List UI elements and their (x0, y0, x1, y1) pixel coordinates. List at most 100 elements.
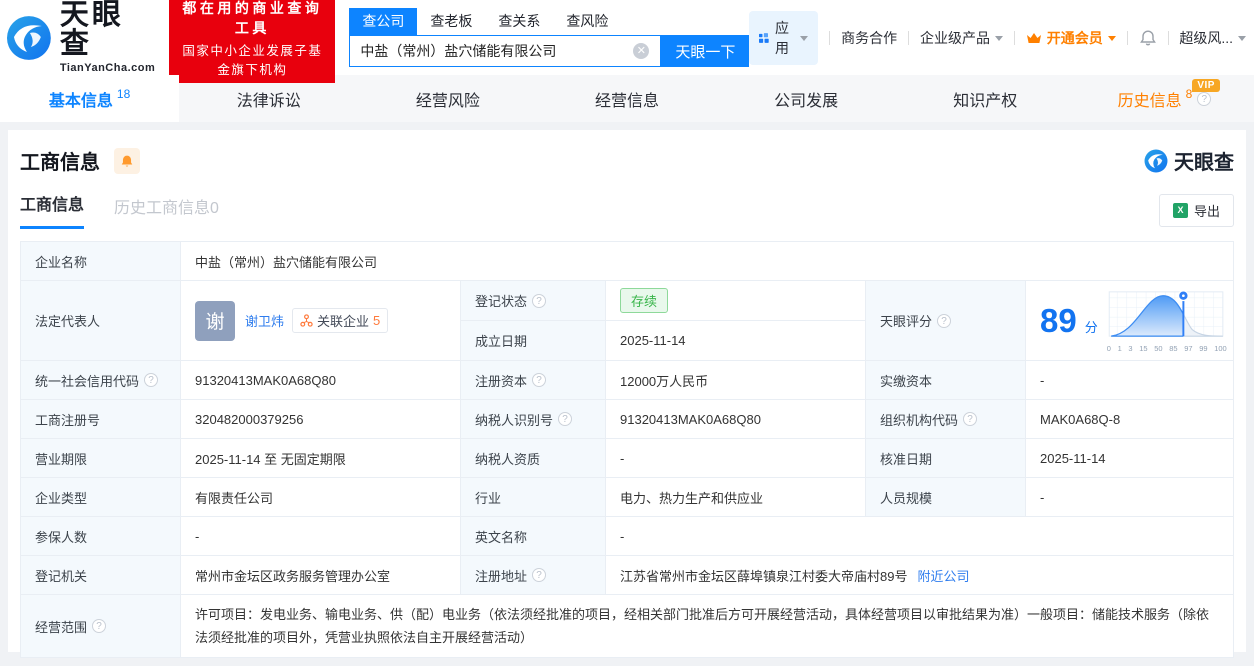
field-value-business-term: 2025-11-14 至 无固定期限 (181, 439, 461, 478)
bell-icon (1139, 30, 1156, 46)
divider (1126, 30, 1128, 45)
chevron-down-icon (800, 36, 809, 41)
brand-slogan: 都在用的商业查询工具 国家中小企业发展子基金旗下机构 (169, 0, 336, 83)
field-value-taxpayer-id: 91320413MAK0A68Q80 (606, 400, 866, 439)
tianyancha-logo[interactable]: 天眼查 TianYanCha.com (6, 1, 155, 74)
field-label-insured: 参保人数 (21, 517, 181, 556)
bell-icon (121, 155, 133, 167)
score-number: 89 (1040, 302, 1077, 339)
field-value-approve-date: 2025-11-14 (1026, 439, 1233, 478)
search-tab-risk[interactable]: 查风险 (553, 8, 621, 35)
field-value-reg-capital: 12000万人民币 (606, 361, 866, 400)
tab-operation-info[interactable]: 经营信息 (537, 75, 716, 122)
chevron-down-icon (994, 36, 1003, 41)
related-companies-badge[interactable]: 关联企业 5 (292, 308, 389, 333)
search-input[interactable] (349, 35, 662, 67)
company-nav-tabs: 基本信息 18 法律诉讼 经营风险 经营信息 公司发展 知识产权 VIP 历史信… (0, 75, 1254, 122)
brand-name: 天眼查 (59, 0, 124, 60)
field-value-company-name: 中盐（常州）盐穴储能有限公司 (181, 242, 1233, 281)
menu-join-vip[interactable]: 开通会员 (1026, 28, 1116, 48)
export-button[interactable]: X 导出 (1158, 194, 1234, 227)
field-label-approve-date: 核准日期 (866, 439, 1026, 478)
tab-count: 18 (116, 86, 131, 101)
tab-basic-info[interactable]: 基本信息 18 (0, 75, 180, 122)
field-label-paid-capital: 实缴资本 (866, 361, 1026, 400)
subtab-history-business-info[interactable]: 历史工商信息0 (114, 194, 219, 229)
org-chart-icon (300, 314, 313, 327)
field-label-address: 注册地址? (461, 556, 606, 595)
field-value-reg-status: 存续 (606, 281, 866, 321)
tab-count: 8 (1185, 86, 1193, 101)
tianyancha-watermark-icon (1144, 149, 1168, 172)
tab-legal-litigation[interactable]: 法律诉讼 (179, 75, 358, 122)
field-value-insured: - (181, 517, 461, 556)
field-value-paid-capital: - (1026, 361, 1233, 400)
tab-intellectual-property[interactable]: 知识产权 (896, 75, 1075, 122)
help-icon[interactable]: ? (144, 373, 159, 387)
search-module: 查公司 查老板 查关系 查风险 ✕ 天眼一下 (349, 8, 750, 67)
brand-domain: TianYanCha.com (59, 62, 156, 74)
search-tabs: 查公司 查老板 查关系 查风险 (349, 8, 749, 35)
field-label-reg-status: 登记状态? (461, 281, 606, 321)
menu-super-risk[interactable]: 超级风... (1179, 28, 1247, 48)
subscribe-bell-button[interactable] (114, 147, 140, 174)
search-tab-boss[interactable]: 查老板 (417, 8, 485, 35)
nearby-companies-link[interactable]: 附近公司 (917, 566, 969, 585)
field-label-business-term: 营业期限 (21, 439, 181, 478)
tab-operation-risk[interactable]: 经营风险 (358, 75, 537, 122)
search-button[interactable]: 天眼一下 (661, 35, 750, 67)
tab-company-development[interactable]: 公司发展 (717, 75, 896, 122)
apps-menu[interactable]: 应用 (749, 10, 819, 65)
field-label-company-type: 企业类型 (21, 478, 181, 517)
field-label-taxpayer-quality: 纳税人资质 (461, 439, 606, 478)
section-title: 工商信息 (20, 152, 100, 174)
help-icon[interactable]: ? (963, 412, 978, 426)
divider (829, 30, 831, 45)
crown-icon (1026, 32, 1041, 43)
tianyancha-company-page: 天眼查 TianYanCha.com 都在用的商业查询工具 国家中小企业发展子基… (0, 0, 1254, 666)
notification-bell[interactable] (1139, 29, 1157, 46)
subtab-business-info[interactable]: 工商信息 (20, 191, 85, 229)
help-icon[interactable]: ? (532, 373, 547, 387)
help-icon[interactable]: ? (532, 568, 547, 582)
tab-history-info[interactable]: VIP 历史信息 8 ? (1075, 75, 1254, 122)
field-label-business-scope: 经营范围? (21, 595, 181, 657)
divider (1167, 30, 1169, 45)
search-tab-company[interactable]: 查公司 (349, 8, 418, 35)
watermark-logo: 天眼查 (1144, 146, 1234, 175)
field-label-staff-size: 人员规模 (866, 478, 1026, 517)
field-value-reg-authority: 常州市金坛区政务服务管理办公室 (181, 556, 461, 595)
field-label-taxpayer-id: 纳税人识别号? (461, 400, 606, 439)
help-icon[interactable]: ? (532, 293, 547, 308)
top-menu: 应用 商务合作 企业级产品 开通会员 超级风... (749, 10, 1247, 65)
apps-label: 应用 (775, 19, 790, 56)
field-label-reg-number: 工商注册号 (21, 400, 181, 439)
status-badge: 存续 (620, 288, 669, 313)
business-info-table: 企业名称 中盐（常州）盐穴储能有限公司 法定代表人 谢 谢卫炜 关联企业 5 登… (20, 241, 1234, 658)
field-value-business-scope: 许可项目：发电业务、输电业务、供（配）电业务（依法须经批准的项目，经相关部门批准… (181, 595, 1233, 657)
help-icon[interactable]: ? (937, 313, 952, 328)
chevron-down-icon (1238, 36, 1247, 41)
field-value-legal-rep: 谢 谢卫炜 关联企业 5 (181, 281, 461, 361)
field-label-english-name: 英文名称 (461, 517, 606, 556)
menu-enterprise-products[interactable]: 企业级产品 (920, 28, 1003, 48)
menu-cooperation[interactable]: 商务合作 (841, 28, 897, 48)
help-icon[interactable]: ? (92, 619, 107, 633)
field-label-company-name: 企业名称 (21, 242, 181, 281)
help-icon[interactable]: ? (558, 412, 573, 426)
field-label-establish-date: 成立日期 (461, 321, 606, 361)
slogan-line1: 都在用的商业查询工具 (182, 0, 323, 36)
field-value-score: 89 分 0 1 3 15 50 85 97 99 100 (1026, 281, 1233, 361)
score-unit: 分 (1084, 320, 1098, 335)
field-value-english-name: - (606, 517, 1233, 556)
help-icon[interactable]: ? (1197, 91, 1212, 106)
avatar[interactable]: 谢 (195, 300, 235, 341)
legal-rep-link[interactable]: 谢卫炜 (245, 311, 284, 330)
divider (908, 30, 909, 45)
field-label-credit-code: 统一社会信用代码? (21, 361, 181, 400)
field-label-org-code: 组织机构代码? (866, 400, 1026, 439)
score-distribution-chart[interactable]: 01 3 15 50 85 97 99 100 (1106, 288, 1228, 353)
search-tab-relation[interactable]: 查关系 (485, 8, 553, 35)
watermark-text: 天眼查 (1174, 152, 1234, 174)
slogan-line2: 国家中小企业发展子基金旗下机构 (182, 43, 323, 77)
